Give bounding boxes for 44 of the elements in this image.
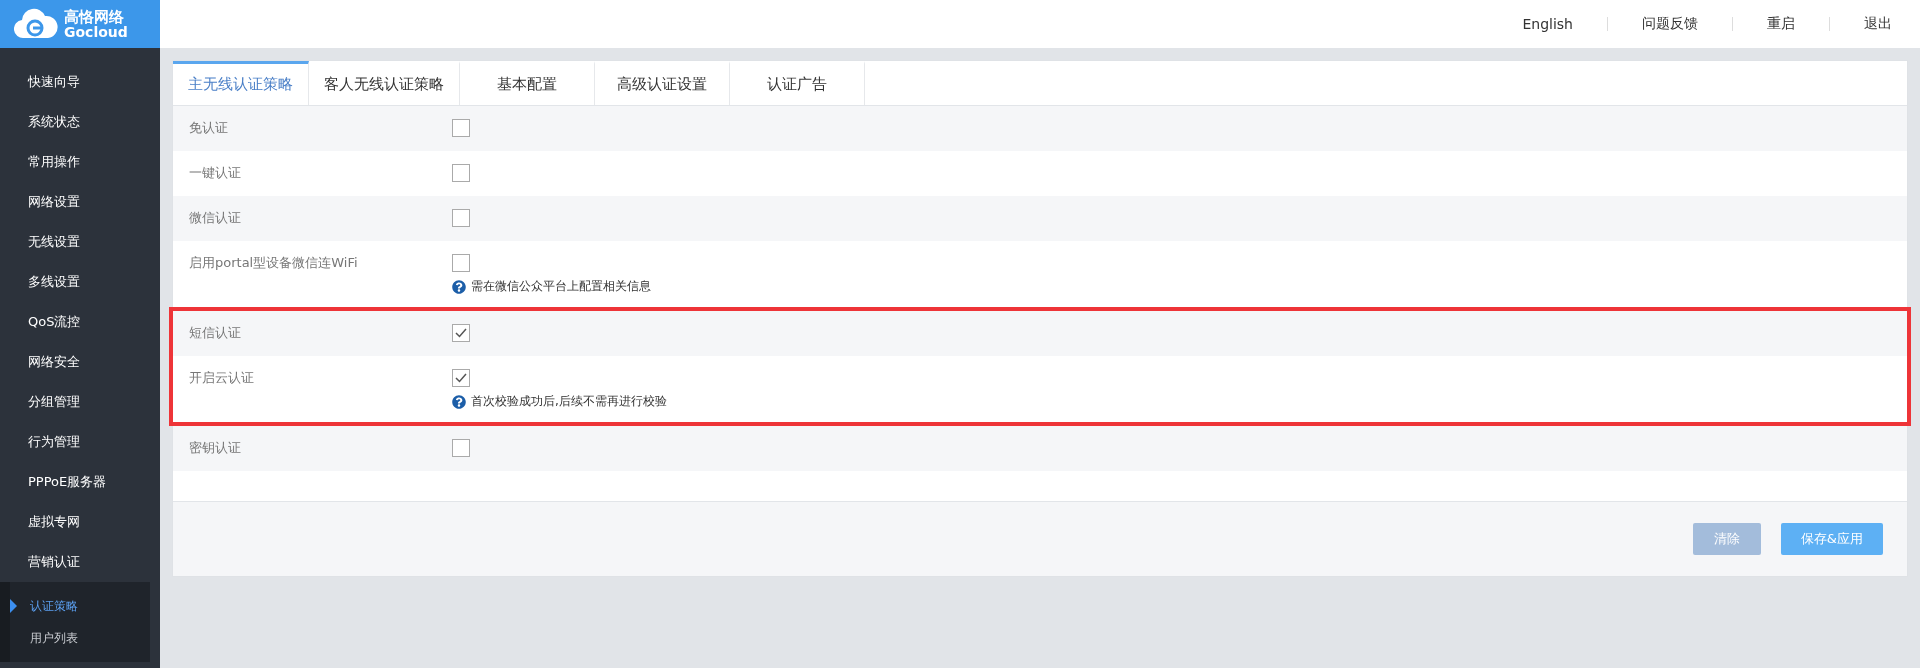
sidebar-item[interactable]: QoS流控	[0, 302, 160, 342]
sidebar-item[interactable]: 多线设置	[0, 262, 160, 302]
checkbox[interactable]	[452, 119, 470, 137]
tab[interactable]: 主无线认证策略	[173, 61, 309, 105]
checkbox[interactable]	[452, 324, 470, 342]
setting-label: 一键认证	[189, 164, 242, 182]
checkbox[interactable]	[452, 369, 470, 387]
sidebar-item[interactable]: 系统状态	[0, 102, 160, 142]
sidebar-item[interactable]: 网络安全	[0, 342, 160, 382]
top-link[interactable]: 退出	[1864, 15, 1892, 33]
top-link[interactable]: 问题反馈	[1642, 15, 1698, 33]
setting-label: 开启云认证	[189, 369, 255, 387]
hint-text: 首次校验成功后,后续不需再进行校验	[471, 393, 667, 410]
check-icon	[455, 328, 467, 338]
sidebar-item[interactable]: 虚拟专网	[0, 502, 160, 542]
sidebar-item[interactable]: 网络设置	[0, 182, 160, 222]
checkbox[interactable]	[452, 439, 470, 457]
setting-label: 密钥认证	[189, 439, 242, 457]
logo-brand: Gocloud	[64, 24, 128, 39]
check-icon	[455, 373, 467, 383]
setting-label: 微信认证	[189, 209, 242, 227]
checkbox[interactable]	[452, 164, 470, 182]
cloud-logo-icon	[14, 8, 58, 40]
top-link[interactable]: English	[1522, 16, 1573, 32]
sidebar-item[interactable]: 分组管理	[0, 382, 160, 422]
setting-label: 免认证	[189, 119, 229, 137]
sidebar-item[interactable]: 无线设置	[0, 222, 160, 262]
setting-label: 启用portal型设备微信连WiFi	[189, 254, 359, 272]
sidebar-item[interactable]: 营销认证	[0, 542, 160, 582]
sidebar-item[interactable]: 常用操作	[0, 142, 160, 182]
sidebar-item[interactable]: PPPoE服务器	[0, 462, 160, 502]
submenu-item[interactable]: 用户列表	[10, 622, 150, 654]
checkbox[interactable]	[452, 254, 470, 272]
submenu-item[interactable]: 认证策略	[10, 590, 150, 622]
sidebar-item[interactable]: 快速向导	[0, 62, 160, 102]
top-link[interactable]: 重启	[1767, 15, 1795, 33]
active-marker-icon	[10, 599, 17, 613]
help-icon	[452, 394, 466, 409]
hint-text: 需在微信公众平台上配置相关信息	[471, 278, 651, 295]
sidebar-item[interactable]: 行为管理	[0, 422, 160, 462]
setting-label: 短信认证	[189, 324, 242, 342]
logo-name: 高恪网络	[64, 9, 124, 25]
checkbox[interactable]	[452, 209, 470, 227]
help-icon	[452, 279, 466, 294]
